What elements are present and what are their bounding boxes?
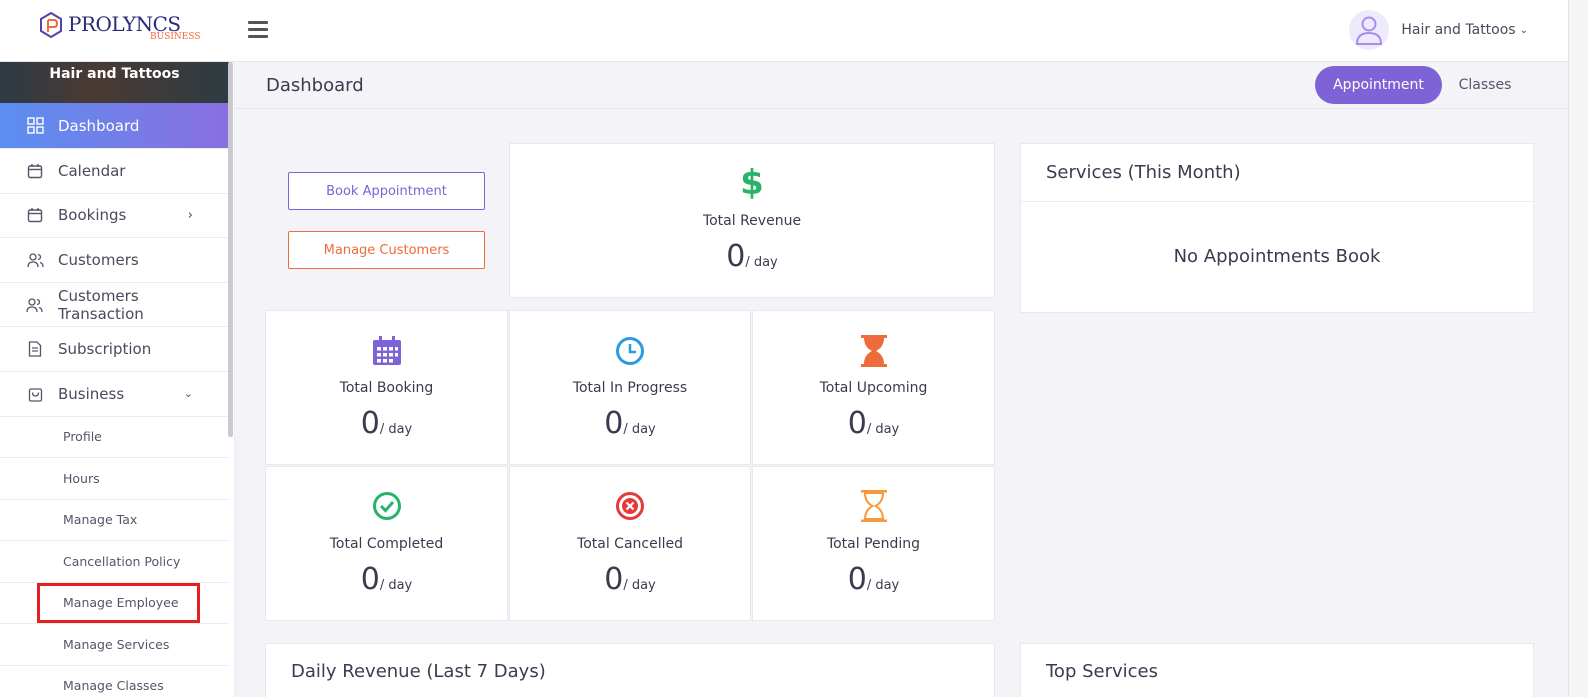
clock-icon [510, 336, 750, 366]
panel-title: Top Services [1046, 661, 1158, 682]
stat-value: 0/ day [726, 239, 778, 274]
user-name: Hair and Tattoos [1401, 22, 1516, 38]
sidebar-subitem-manage-services[interactable]: Manage Services [0, 624, 229, 666]
sidebar-item-label: Subscription [58, 340, 152, 359]
stat-unit: / day [745, 255, 778, 270]
tab-appointment[interactable]: Appointment [1315, 66, 1442, 104]
sidebar-item-business[interactable]: Business ⌄ [0, 372, 229, 417]
total-in-progress-card: Total In Progress 0/ day [509, 310, 751, 465]
sidebar-subitem-manage-employee[interactable]: Manage Employee [0, 583, 229, 625]
logo-mark-icon [40, 12, 62, 38]
chevron-right-icon: › [187, 207, 193, 223]
daily-revenue-panel: Daily Revenue (Last 7 Days) [265, 643, 995, 697]
page-scrollbar[interactable] [1568, 0, 1588, 697]
user-menu[interactable]: Hair and Tattoos ⌄ [1349, 10, 1528, 50]
stat-label: Total In Progress [572, 380, 688, 396]
top-bar: PROLYNCS BUSINESS Hair and Tattoos ⌄ [0, 0, 1568, 62]
stat-value: 0/ day [360, 406, 413, 441]
sidebar-subitem-cancellation-policy[interactable]: Cancellation Policy [0, 541, 229, 583]
divider [1021, 201, 1533, 202]
calendar-icon [26, 162, 44, 180]
stat-value: 0/ day [604, 562, 656, 597]
chevron-down-icon: ⌄ [1519, 24, 1528, 36]
book-appointment-button[interactable]: Book Appointment [288, 172, 485, 210]
avatar [1349, 10, 1390, 50]
sidebar-item-bookings[interactable]: Bookings › [0, 194, 229, 239]
stat-label: Total Pending [826, 536, 921, 552]
shopping-bag-icon [26, 385, 44, 403]
stat-value: 0/ day [847, 562, 900, 597]
total-completed-card: Total Completed 0/ day [265, 466, 508, 621]
dollar-icon: $ [510, 164, 994, 200]
business-banner: Hair and Tattoos [0, 62, 229, 103]
stat-value: 0/ day [847, 406, 900, 441]
x-circle-icon [510, 491, 750, 521]
total-revenue-card: $ Total Revenue 0/ day [509, 143, 995, 298]
menu-toggle-icon[interactable] [248, 21, 268, 39]
manage-customers-button[interactable]: Manage Customers [288, 231, 485, 269]
sidebar-item-label: Calendar [58, 161, 126, 180]
panel-title: Services (This Month) [1046, 162, 1241, 183]
page-title: Dashboard [266, 75, 364, 96]
sidebar: Hair and Tattoos Dashboard Calendar Book… [0, 62, 235, 697]
document-icon [26, 340, 44, 358]
svg-text:$: $ [740, 164, 764, 200]
total-booking-card: Total Booking 0/ day [265, 310, 508, 465]
grid-icon [26, 117, 44, 135]
main-header: Dashboard Appointment Classes [235, 62, 1568, 109]
calendar-icon [26, 206, 44, 224]
sidebar-item-label: Business [58, 384, 125, 403]
stat-label: Total Cancelled [577, 536, 683, 552]
sidebar-subitem-manage-classes[interactable]: Manage Classes [0, 666, 229, 697]
users-icon [26, 251, 44, 269]
sidebar-item-label: Customers Transaction [57, 286, 144, 323]
chevron-down-icon: ⌄ [183, 387, 193, 401]
sidebar-item-customers[interactable]: Customers [0, 238, 229, 283]
brand-logo[interactable]: PROLYNCS BUSINESS [40, 10, 210, 44]
stat-label: Total Completed [329, 536, 444, 552]
sidebar-subitem-profile[interactable]: Profile [0, 417, 229, 459]
total-cancelled-card: Total Cancelled 0/ day [509, 466, 751, 621]
total-pending-card: Total Pending 0/ day [752, 466, 995, 621]
user-icon [1356, 16, 1383, 45]
sidebar-item-calendar[interactable]: Calendar [0, 149, 229, 194]
brand-subtitle: BUSINESS [150, 32, 201, 42]
sidebar-item-label: Dashboard [58, 116, 140, 135]
hourglass-outline-icon [753, 489, 994, 523]
sidebar-subitem-hours[interactable]: Hours [0, 458, 229, 500]
stat-value: 0/ day [360, 562, 413, 597]
check-circle-icon [266, 491, 507, 521]
hourglass-filled-icon [753, 334, 994, 368]
sidebar-item-label: Customers [58, 250, 139, 269]
sidebar-subitem-manage-tax[interactable]: Manage Tax [0, 500, 229, 542]
sidebar-scrollbar[interactable] [228, 62, 233, 437]
sidebar-item-dashboard[interactable]: Dashboard [0, 103, 229, 149]
stat-label: Total Revenue [702, 213, 802, 229]
sidebar-item-customers-transaction[interactable]: Customers Transaction [0, 283, 229, 328]
sidebar-item-label: Bookings [58, 206, 127, 225]
tab-classes[interactable]: Classes [1445, 66, 1525, 104]
stat-label: Total Booking [339, 380, 434, 396]
services-this-month-panel: Services (This Month) No Appointments Bo… [1020, 143, 1534, 313]
stat-label: Total Upcoming [819, 380, 928, 396]
stat-value: 0/ day [604, 406, 656, 441]
calendar-grid-icon [266, 335, 507, 367]
total-upcoming-card: Total Upcoming 0/ day [752, 310, 995, 465]
users-icon [26, 296, 44, 314]
sidebar-item-subscription[interactable]: Subscription [0, 327, 229, 372]
empty-state-text: No Appointments Book [1173, 246, 1381, 267]
panel-title: Daily Revenue (Last 7 Days) [291, 661, 546, 682]
top-services-panel: Top Services [1020, 643, 1534, 697]
